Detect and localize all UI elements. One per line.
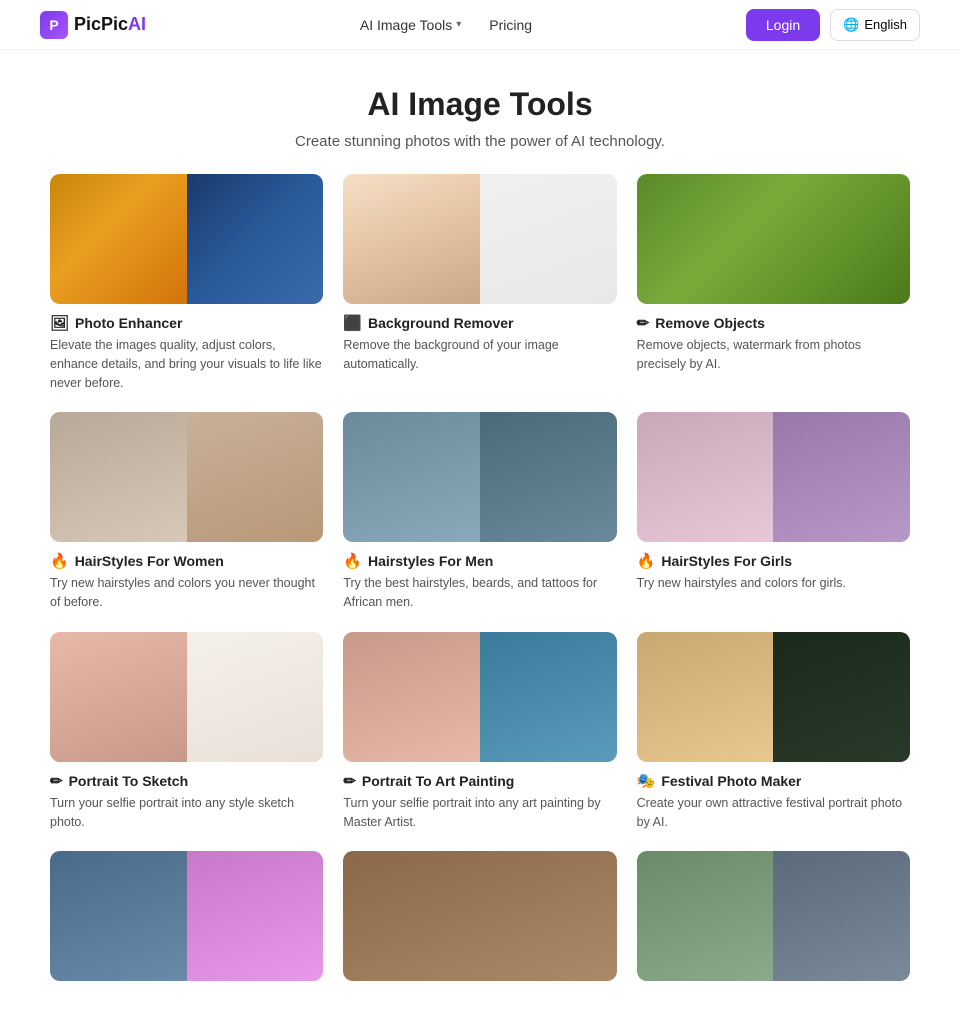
tool-desc-photo-enhancer: Elevate the images quality, adjust color… [50, 336, 323, 392]
tool-desc-hairstyles-girls: Try new hairstyles and colors for girls. [637, 574, 910, 593]
logo[interactable]: P PicPicAI [40, 11, 146, 39]
tool-card-festival-photo[interactable]: 🎭 Festival Photo Maker Create your own a… [637, 632, 910, 832]
tool-icon-photo-enhancer: 🖼 [50, 314, 69, 332]
language-selector[interactable]: 🌐 English [830, 9, 920, 41]
tool-icon-portrait-art: ✏ [343, 772, 356, 790]
tool-title-hairstyles-women: 🔥 HairStyles For Women [50, 552, 323, 570]
globe-icon: 🌐 [843, 17, 859, 33]
tool-desc-remove-objects: Remove objects, watermark from photos pr… [637, 336, 910, 374]
logo-text: PicPicAI [74, 14, 146, 35]
tool-card-photo-enhancer[interactable]: 🖼 Photo Enhancer Elevate the images qual… [50, 174, 323, 392]
tool-card-portrait-sketch[interactable]: ✏ Portrait To Sketch Turn your selfie po… [50, 632, 323, 832]
tool-icon-remove-objects: ✏ [637, 314, 650, 332]
nav-pricing[interactable]: Pricing [489, 17, 532, 33]
tool-title-portrait-art: ✏ Portrait To Art Painting [343, 772, 616, 790]
tool-icon-festival-photo: 🎭 [637, 772, 656, 790]
tool-icon-hairstyles-girls: 🔥 [637, 552, 656, 570]
tool-card-hairstyles-women[interactable]: 🔥 HairStyles For Women Try new hairstyle… [50, 412, 323, 612]
main-nav: AI Image Tools ▾ Pricing [360, 17, 532, 33]
hero-section: AI Image Tools Create stunning photos wi… [0, 50, 960, 174]
tool-card-hairstyles-men[interactable]: 🔥 Hairstyles For Men Try the best hairst… [343, 412, 616, 612]
tool-desc-portrait-sketch: Turn your selfie portrait into any style… [50, 794, 323, 832]
tool-icon-hairstyles-men: 🔥 [343, 552, 362, 570]
tool-card-portrait-art[interactable]: ✏ Portrait To Art Painting Turn your sel… [343, 632, 616, 832]
tool-card-tool-row4-1[interactable] [50, 851, 323, 991]
tool-desc-background-remover: Remove the background of your image auto… [343, 336, 616, 374]
tool-desc-festival-photo: Create your own attractive festival port… [637, 794, 910, 832]
tool-desc-hairstyles-women: Try new hairstyles and colors you never … [50, 574, 323, 612]
tool-card-tool-row4-2[interactable] [343, 851, 616, 991]
login-button[interactable]: Login [746, 9, 820, 41]
tool-desc-portrait-art: Turn your selfie portrait into any art p… [343, 794, 616, 832]
tool-title-hairstyles-men: 🔥 Hairstyles For Men [343, 552, 616, 570]
tool-card-background-remover[interactable]: ⬛ Background Remover Remove the backgrou… [343, 174, 616, 392]
hero-subtitle: Create stunning photos with the power of… [20, 133, 940, 150]
page-title: AI Image Tools [20, 86, 940, 123]
header-actions: Login 🌐 English [746, 9, 920, 41]
tool-title-remove-objects: ✏ Remove Objects [637, 314, 910, 332]
logo-icon: P [40, 11, 68, 39]
tool-desc-hairstyles-men: Try the best hairstyles, beards, and tat… [343, 574, 616, 612]
tool-title-photo-enhancer: 🖼 Photo Enhancer [50, 314, 323, 332]
tool-title-portrait-sketch: ✏ Portrait To Sketch [50, 772, 323, 790]
tool-title-background-remover: ⬛ Background Remover [343, 314, 616, 332]
tools-grid: 🖼 Photo Enhancer Elevate the images qual… [30, 174, 930, 1021]
chevron-down-icon: ▾ [456, 19, 461, 30]
tool-icon-hairstyles-women: 🔥 [50, 552, 69, 570]
tool-card-hairstyles-girls[interactable]: 🔥 HairStyles For Girls Try new hairstyle… [637, 412, 910, 612]
tool-card-tool-row4-3[interactable] [637, 851, 910, 991]
tool-icon-portrait-sketch: ✏ [50, 772, 63, 790]
tool-card-remove-objects[interactable]: ✏ Remove Objects Remove objects, waterma… [637, 174, 910, 392]
tool-icon-background-remover: ⬛ [343, 314, 362, 332]
tool-title-hairstyles-girls: 🔥 HairStyles For Girls [637, 552, 910, 570]
tool-title-festival-photo: 🎭 Festival Photo Maker [637, 772, 910, 790]
nav-ai-tools[interactable]: AI Image Tools ▾ [360, 17, 461, 33]
